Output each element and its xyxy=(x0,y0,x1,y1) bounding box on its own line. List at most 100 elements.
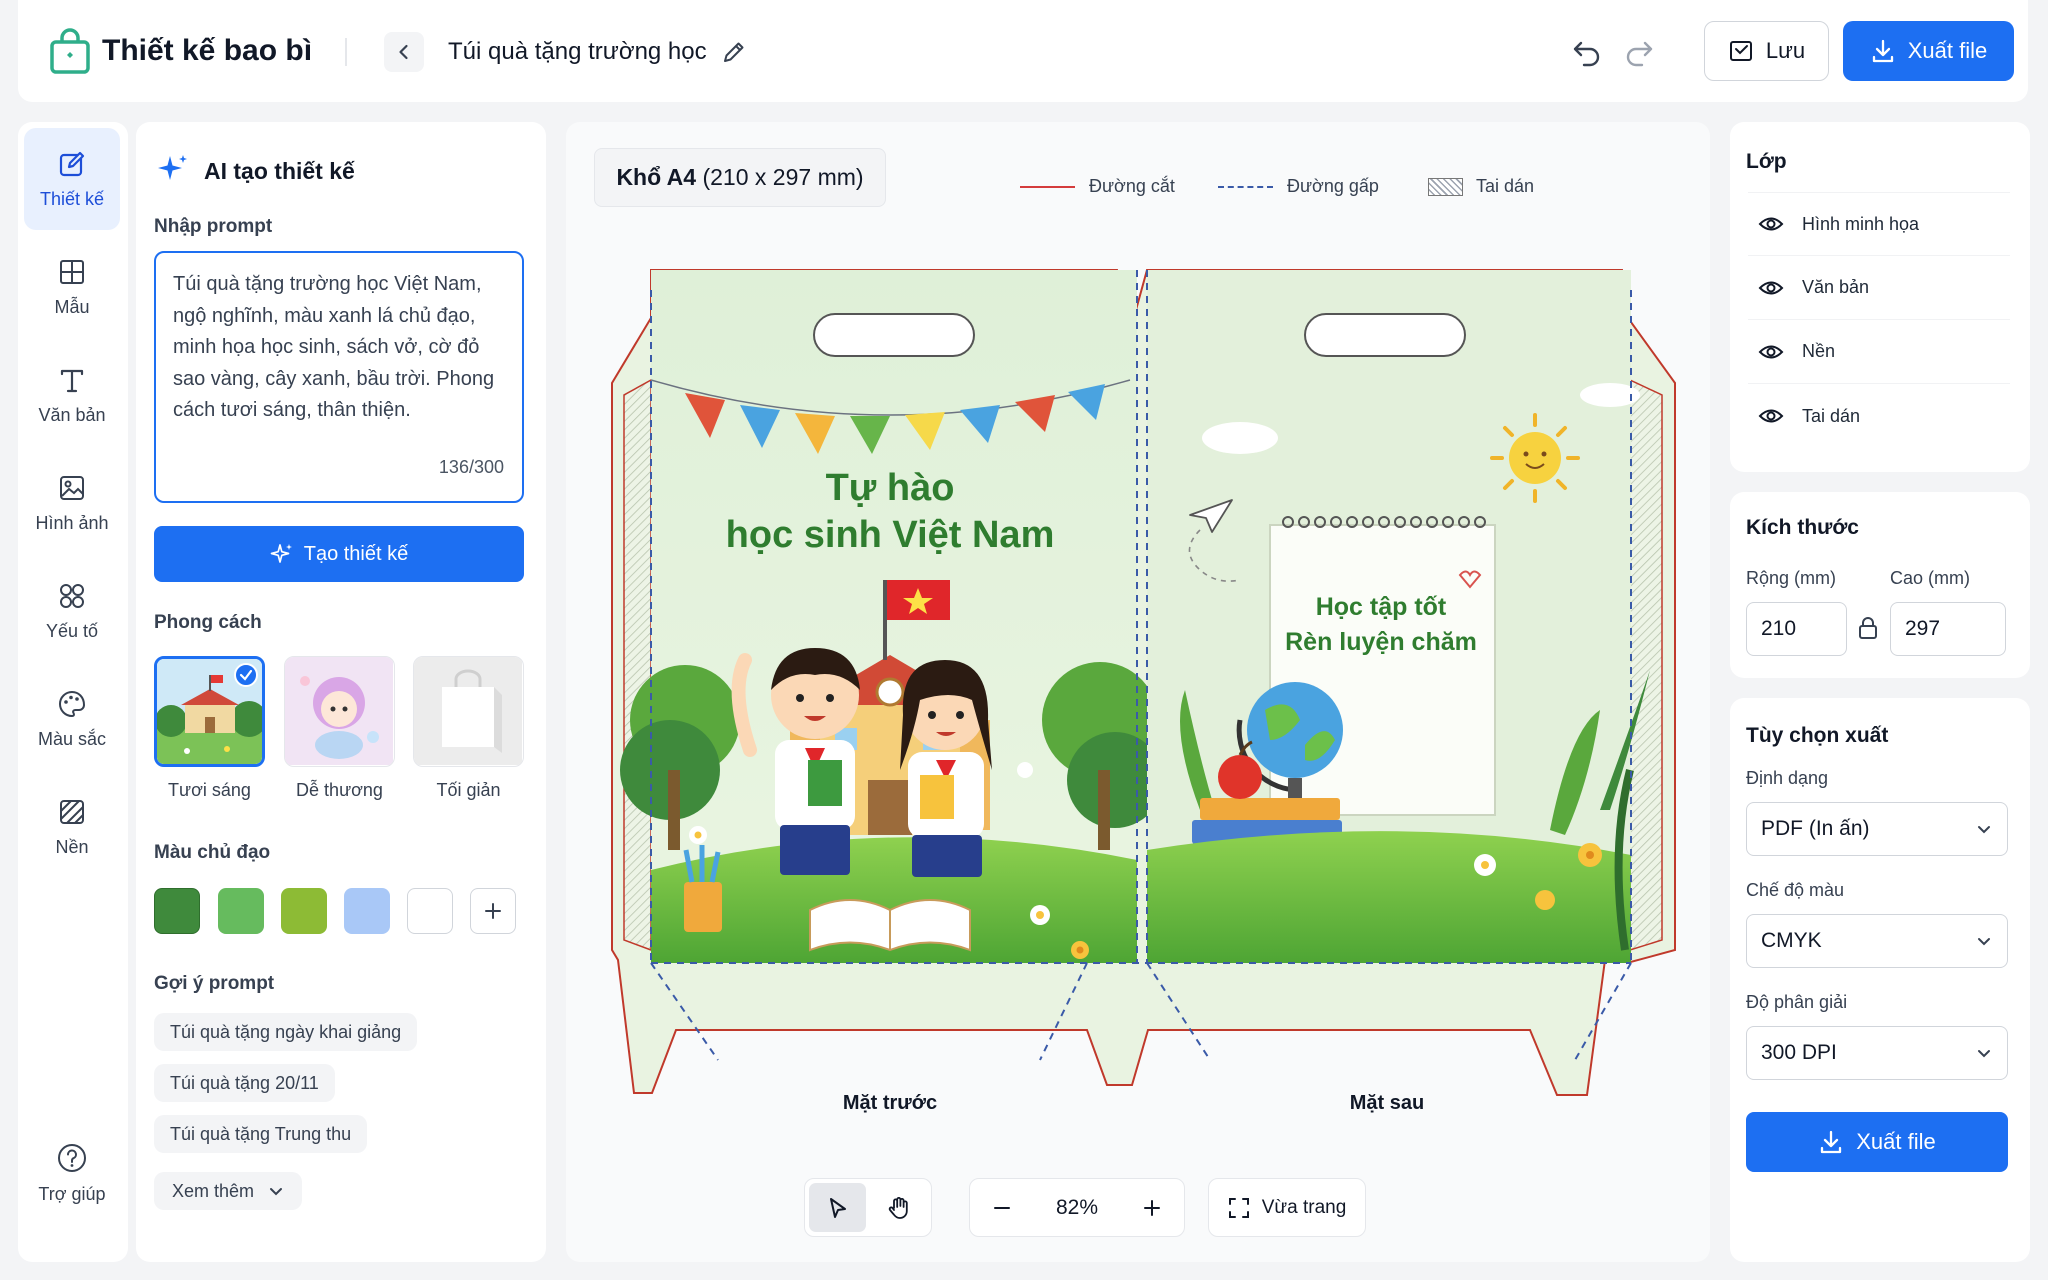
zoom-in-button[interactable] xyxy=(1120,1180,1184,1236)
nav-item-elements[interactable]: Yếu tố xyxy=(24,560,120,662)
layer-row[interactable]: Nền xyxy=(1748,320,2010,384)
save-button[interactable]: Lưu xyxy=(1704,21,1829,81)
back-panel-label: Mặt sau xyxy=(1349,1092,1425,1114)
help-button[interactable]: Trợ giúp xyxy=(24,1122,120,1224)
color-swatch-dark-green[interactable] xyxy=(154,888,200,934)
undo-button[interactable] xyxy=(1570,35,1604,69)
style-option-cute[interactable] xyxy=(284,656,395,767)
color-mode-select[interactable]: CMYK xyxy=(1746,914,2008,968)
edit-design-icon xyxy=(59,151,85,176)
ai-panel-title: AI tạo thiết kế xyxy=(204,158,355,184)
suggestion-chip[interactable]: Túi quà tặng Trung thu xyxy=(154,1115,368,1153)
nav-item-label: Thiết kế xyxy=(39,188,105,209)
style-option-bright[interactable] xyxy=(154,656,265,767)
color-mode-label: Chế độ màu xyxy=(1746,880,1845,900)
nav-item-images[interactable]: Hình ảnh xyxy=(24,452,120,554)
main-color-label: Màu chủ đạo xyxy=(154,842,271,863)
nav-item-label: Yếu tố xyxy=(45,620,99,641)
zoom-level: 82% xyxy=(1055,1195,1099,1219)
color-swatch-green[interactable] xyxy=(218,888,264,934)
generate-design-button[interactable]: Tạo thiết kế xyxy=(154,526,524,582)
style-label-cute: Dễ thương xyxy=(296,780,383,800)
plus-icon xyxy=(485,903,501,919)
prompt-textarea[interactable]: Túi quà tặng trường học Việt Nam, ngộ ng… xyxy=(154,251,524,503)
chevron-down-icon xyxy=(1978,1050,1990,1058)
front-title-line1: Tự hào xyxy=(826,467,955,509)
style-label-minimal: Tối giản xyxy=(436,780,501,800)
lock-ratio-button[interactable] xyxy=(1857,616,1879,640)
nav-item-colors[interactable]: Màu sắc xyxy=(24,668,120,770)
paper-size-chip[interactable]: Khổ A4 (210 x 297 mm) xyxy=(594,148,886,207)
eye-icon[interactable] xyxy=(1758,403,1784,429)
back-note-line2: Rèn luyện chăm xyxy=(1285,628,1477,656)
eye-icon[interactable] xyxy=(1758,339,1784,365)
style-thumbnail-minimal xyxy=(414,657,522,765)
export-options-title: Tùy chọn xuất xyxy=(1746,724,1889,747)
color-swatch-light-blue[interactable] xyxy=(344,888,390,934)
front-panel-label: Mặt trước xyxy=(842,1092,938,1114)
color-swatch-white[interactable] xyxy=(407,888,453,934)
export-button[interactable]: Xuất file xyxy=(1843,21,2014,81)
hand-icon xyxy=(888,1196,908,1219)
layers-panel: Lớp Hình minh họa Văn bản Nền Tai dán xyxy=(1730,122,2030,472)
elements-icon xyxy=(60,583,84,608)
header-divider xyxy=(345,38,347,66)
back-button[interactable] xyxy=(384,32,424,72)
style-label: Phong cách xyxy=(154,612,262,633)
resolution-select[interactable]: 300 DPI xyxy=(1746,1026,2008,1080)
see-more-button[interactable]: Xem thêm xyxy=(154,1172,303,1210)
cut-line-swatch xyxy=(1020,186,1075,188)
nav-item-label: Văn bản xyxy=(38,404,106,425)
pencil-icon xyxy=(724,42,744,62)
image-icon xyxy=(60,475,84,500)
width-label: Rộng (mm) xyxy=(1746,568,1837,588)
layer-row[interactable]: Tai dán xyxy=(1748,384,2010,448)
layer-name: Văn bản xyxy=(1802,277,1870,297)
nav-rail: Thiết kế Mẫu Văn bản Hình ảnh Yếu tố Màu… xyxy=(18,122,128,1262)
add-color-button[interactable] xyxy=(470,888,516,934)
chevron-down-icon xyxy=(1978,826,1990,834)
format-value: PDF (In ấn) xyxy=(1761,817,1870,840)
sparkle-icon xyxy=(156,152,190,186)
eye-icon[interactable] xyxy=(1758,275,1784,301)
nav-item-text[interactable]: Văn bản xyxy=(24,344,120,446)
layers-title: Lớp xyxy=(1746,150,1787,173)
layer-row[interactable]: Văn bản xyxy=(1748,256,2010,320)
zoom-out-button[interactable] xyxy=(970,1180,1034,1236)
undo-icon xyxy=(1573,41,1600,67)
nav-item-templates[interactable]: Mẫu xyxy=(24,236,120,338)
chevron-down-icon xyxy=(270,1188,283,1196)
color-swatch-lime[interactable] xyxy=(281,888,327,934)
selected-check-icon xyxy=(234,663,258,687)
suggestion-chip[interactable]: Túi quà tặng ngày khai giảng xyxy=(154,1013,418,1051)
download-icon xyxy=(1821,1130,1842,1154)
document-name: Túi quà tặng trường học xyxy=(448,38,707,65)
app-logo-icon xyxy=(46,28,94,76)
suggestion-chip[interactable]: Túi quà tặng 20/11 xyxy=(154,1064,335,1102)
bag-dieline: Tự hào học sinh Việt Nam Học tập tốt Rèn… xyxy=(611,269,1676,1096)
download-icon xyxy=(1872,39,1893,63)
style-option-minimal[interactable] xyxy=(413,656,524,767)
select-tool-button[interactable] xyxy=(809,1183,866,1232)
eye-icon[interactable] xyxy=(1758,211,1784,237)
nav-item-background[interactable]: Nền xyxy=(24,776,120,878)
chevron-down-icon xyxy=(1978,938,1990,946)
nav-item-design[interactable]: Thiết kế xyxy=(24,128,120,230)
format-select[interactable]: PDF (In ấn) xyxy=(1746,802,2008,856)
color-mode-value: CMYK xyxy=(1761,929,1822,952)
layer-row[interactable]: Hình minh họa xyxy=(1748,192,2010,256)
export-file-button[interactable]: Xuất file xyxy=(1746,1112,2008,1172)
redo-button[interactable] xyxy=(1622,35,1656,69)
edit-name-button[interactable] xyxy=(720,38,748,66)
height-label: Cao (mm) xyxy=(1890,568,1970,588)
nav-item-label: Nền xyxy=(55,836,89,857)
width-input[interactable]: 210 xyxy=(1746,602,1847,656)
plus-icon xyxy=(1144,1199,1160,1216)
minus-icon xyxy=(994,1206,1010,1209)
height-input[interactable]: 297 xyxy=(1890,602,2006,656)
paper-size-dims: (210 x 297 mm) xyxy=(702,164,864,190)
size-title: Kích thước xyxy=(1746,516,1859,539)
resolution-label: Độ phân giải xyxy=(1746,992,1848,1012)
fit-page-button[interactable]: Vừa trang xyxy=(1208,1178,1366,1237)
pan-tool-button[interactable] xyxy=(870,1183,927,1232)
